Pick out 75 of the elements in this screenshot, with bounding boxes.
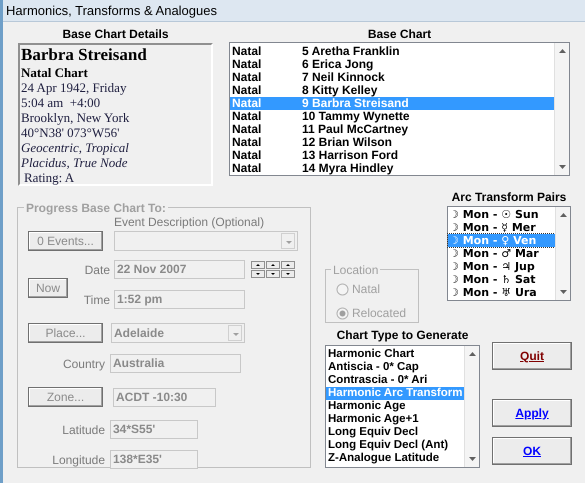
chart-list-row[interactable]: Natal 6 Erica Jong [230, 58, 554, 71]
coordinates: 40°N38' 073°W56' [21, 125, 120, 140]
chart-type-text: Natal [232, 110, 262, 123]
chart-system: Geocentric, Tropical [21, 140, 130, 155]
pair-list-item[interactable]: ☽ Mon - ☿ Mer [448, 221, 555, 234]
chart-name-text: 9 Barbra Streisand [302, 97, 409, 110]
chart-name-text: 12 Brian Wilson [302, 136, 392, 149]
dialog-button[interactable]: Apply [492, 399, 572, 427]
pair-list-item[interactable]: ☽ Mon - ♅ Ura [448, 286, 555, 299]
pair-list-item[interactable]: ☽ Mon - ☉ Sun [448, 208, 555, 221]
scrollbar[interactable] [464, 346, 479, 467]
birth-place: Brooklyn, New York [21, 110, 130, 125]
scroll-up-icon[interactable] [558, 49, 566, 53]
chart-name-text: 6 Erica Jong [302, 58, 374, 71]
chart-name-text: 14 Myra Hindley [302, 162, 394, 175]
window-title: Harmonics, Transforms & Analogues [6, 2, 217, 20]
scroll-down-icon[interactable] [468, 457, 476, 461]
scroll-down-icon[interactable] [560, 290, 566, 294]
pair-list-item[interactable]: ☽ Mon - ♄ Sat [448, 273, 555, 286]
section-heading: Base Chart [368, 28, 432, 41]
chart-type-item[interactable]: Antiscia - 0* Cap [326, 361, 464, 374]
chart-name-text: 7 Neil Kinnock [302, 71, 385, 84]
birth-date: 24 Apr 1942, Friday [21, 80, 128, 95]
section-heading: Base Chart Details [62, 28, 169, 41]
chart-type-text: Natal [232, 71, 262, 84]
pair-list-item[interactable]: ☽ Mon - ♃ Jup [448, 260, 555, 273]
chart-name-text: 8 Kitty Kelley [302, 84, 378, 97]
section-heading: Arc Transform Pairs [452, 191, 566, 204]
pair-list-item[interactable]: ☽ Mon - ♂ Mar [448, 247, 555, 260]
chart-list-row[interactable]: Natal 12 Brian Wilson [230, 136, 554, 149]
chart-list-row[interactable]: Natal 13 Harrison Ford [230, 149, 554, 162]
field-label: Latitude [61, 422, 106, 438]
chart-type-item[interactable]: Long Equiv Decl [326, 426, 464, 439]
chart-list-row[interactable]: Natal 7 Neil Kinnock [230, 71, 554, 84]
chart-type-text: Natal [232, 123, 262, 136]
chart-list-row[interactable]: Natal 10 Tammy Wynette [230, 110, 554, 123]
chart-type-text: Natal [232, 84, 262, 97]
chart-type-text: Natal [232, 45, 262, 58]
chart-list-row[interactable]: Natal 8 Kitty Kelley [230, 84, 554, 97]
chart-type-item[interactable]: Z-Analogue Latitude [326, 452, 464, 465]
chart-kind: Natal Chart [21, 65, 89, 80]
rating: Rating: A [23, 170, 76, 185]
person-name: Barbra Streisand [21, 45, 148, 65]
section-heading: Chart Type to Generate [336, 329, 468, 342]
chart-list-row[interactable]: Natal 5 Aretha Franklin [230, 45, 554, 58]
dialog-button[interactable]: OK [492, 437, 572, 465]
chart-list-row[interactable]: Natal 14 Myra Hindley [230, 162, 554, 175]
chart-type-item[interactable]: Harmonic Age+1 [326, 413, 464, 426]
field-label: Event Description (Optional) [114, 215, 266, 229]
chart-name-text: 11 Paul McCartney [302, 123, 408, 136]
chart-name-text: 5 Aretha Franklin [302, 45, 400, 58]
chart-name-text: 13 Harrison Ford [302, 149, 398, 162]
scroll-down-icon[interactable] [558, 165, 566, 169]
scroll-up-icon[interactable] [468, 352, 476, 356]
scroll-up-icon[interactable] [560, 213, 566, 217]
dialog-button[interactable]: Quit [492, 342, 572, 370]
field-label: Date [84, 262, 111, 278]
chart-type-item[interactable]: Long Equiv Decl (Ant) [326, 439, 464, 452]
field-label: Country [62, 356, 106, 372]
chart-type-text: Natal [232, 97, 262, 110]
chart-name-text: 10 Tammy Wynette [302, 110, 410, 123]
field-label: Longitude [51, 452, 106, 468]
chart-type-text: Natal [232, 149, 262, 162]
chart-list-row[interactable]: Natal 11 Paul McCartney [230, 123, 554, 136]
chart-type-text: Natal [232, 58, 262, 71]
chart-type-item[interactable]: Harmonic Chart [326, 348, 464, 361]
chart-type-text: Natal [232, 136, 262, 149]
scrollbar[interactable] [555, 207, 570, 300]
field-label: Time [82, 292, 111, 308]
chart-type-text: Natal [232, 162, 262, 175]
chart-type-item[interactable]: Contrascia - 0* Ari [326, 374, 464, 387]
chart-type-item[interactable]: Harmonic Age [326, 400, 464, 413]
scrollbar[interactable] [554, 43, 569, 175]
house-system: Placidus, True Node [21, 155, 129, 170]
birth-time: 5:04 am +4:00 [21, 95, 102, 110]
